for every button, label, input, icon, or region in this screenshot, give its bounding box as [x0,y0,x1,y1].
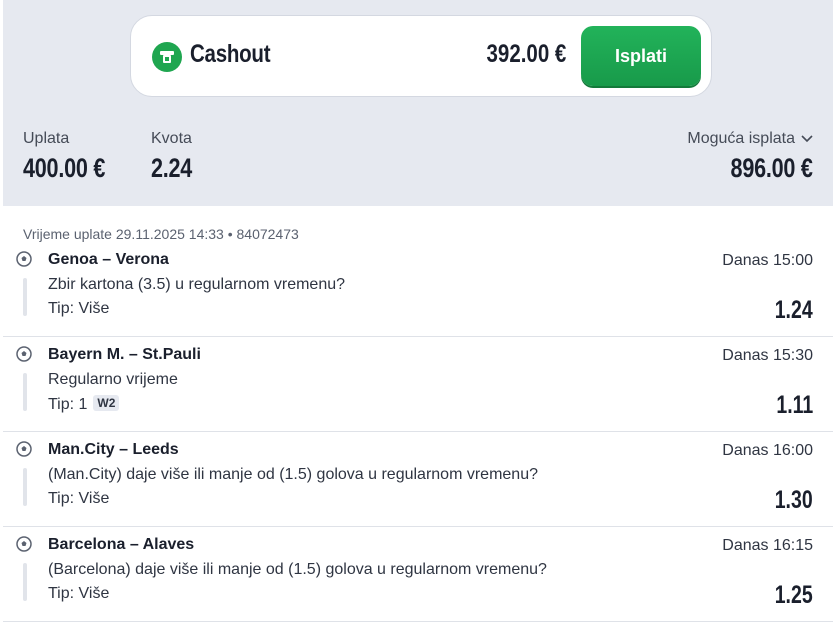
bet-market: Regularno vrijeme [48,371,178,388]
tip-tag: W2 [93,395,120,411]
cashout-amount: 392.00 € [486,40,566,68]
tip-text: Tip: Više [48,490,110,507]
cashout-title: Cashout [190,40,271,68]
payout-value: 896.00 € [730,153,813,183]
cashout-icon [152,42,182,72]
bet-row[interactable]: Barcelona – Alaves Danas 16:15 (Barcelon… [3,527,833,622]
payout-dropdown[interactable]: Moguća isplata [687,130,813,148]
bet-divider [23,373,27,411]
soccer-ball-icon [16,441,32,457]
bet-row[interactable]: Bayern M. – St.Pauli Danas 15:30 Regular… [3,337,833,432]
match-time: Danas 16:00 [722,442,813,459]
bet-market: (Barcelona) daje više ili manje od (1.5)… [48,561,547,578]
bet-divider [23,563,27,601]
match-name: Genoa – Verona [48,251,169,268]
tip-text: Tip: Više [48,585,110,602]
uplata-label: Uplata [23,130,70,147]
soccer-ball-icon [16,346,32,362]
tip-text: Tip: 1 [48,396,88,413]
isplati-button[interactable]: Isplati [581,26,701,86]
bet-odd: 1.24 [775,296,813,324]
match-name: Man.City – Leeds [48,441,179,458]
bet-odd: 1.30 [775,486,813,514]
bet-row[interactable]: Genoa – Verona Danas 15:00 Zbir kartona … [3,242,833,337]
tip-text: Tip: Više [48,300,110,317]
bet-market: (Man.City) daje više ili manje od (1.5) … [48,466,538,483]
ticket-summary: Cashout 392.00 € Isplati Uplata 400.00 €… [3,0,833,206]
bet-divider [23,278,27,316]
bet-tip: Tip: Više [48,490,109,508]
ticket-meta: Vrijeme uplate 29.11.2025 14:33 • 840724… [23,226,299,242]
bet-market: Zbir kartona (3.5) u regularnom vremenu? [48,276,346,293]
soccer-ball-icon [16,536,32,552]
bet-row[interactable]: Man.City – Leeds Danas 16:00 (Man.City) … [3,432,833,527]
match-time: Danas 15:00 [722,252,813,269]
chevron-down-icon [801,130,813,148]
bet-tip: Tip: Više [48,585,109,603]
match-name: Bayern M. – St.Pauli [48,346,201,363]
bet-odd: 1.11 [776,391,813,419]
match-time: Danas 15:30 [722,347,813,364]
uplata-value: 400.00 € [23,153,106,183]
match-name: Barcelona – Alaves [48,536,195,553]
bet-tip: Tip: Više [48,300,109,318]
soccer-ball-icon [16,251,32,267]
cashout-card: Cashout 392.00 € Isplati [130,15,712,97]
payout-label: Moguća isplata [687,130,795,147]
kvota-label: Kvota [151,130,192,147]
bet-divider [23,468,27,506]
kvota-value: 2.24 [151,153,193,183]
bet-odd: 1.25 [775,581,813,609]
match-time: Danas 16:15 [722,537,813,554]
bet-tip: Tip: 1 W2 [48,395,120,414]
